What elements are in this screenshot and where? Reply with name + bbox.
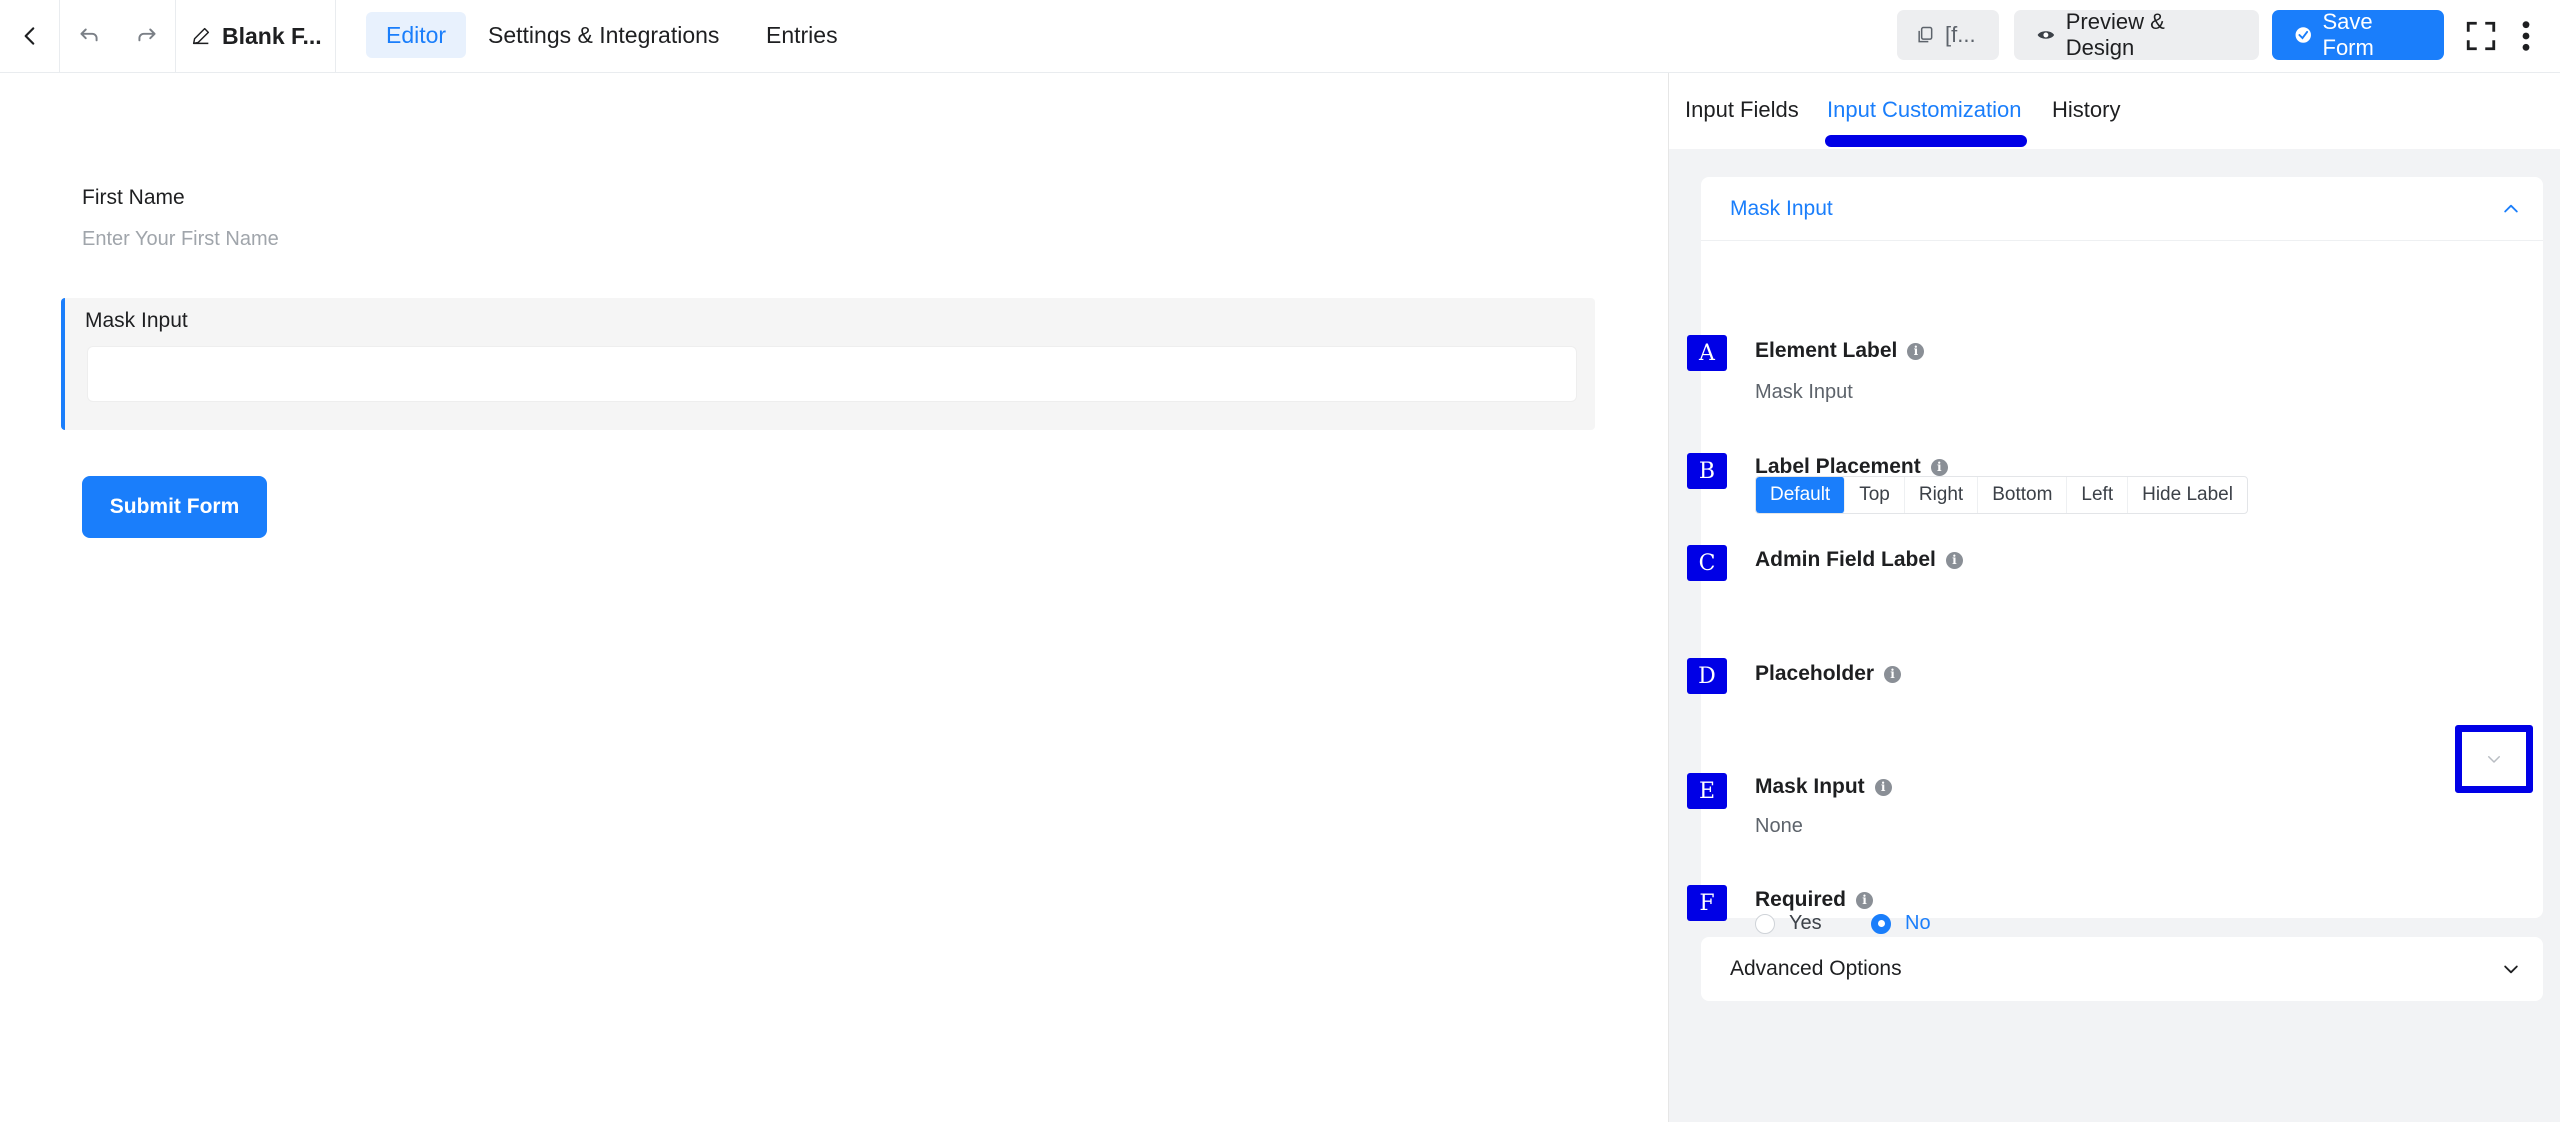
marker-a: A xyxy=(1687,335,1727,371)
mask-input-settings-card: Mask Input A Element Label i Mask Input … xyxy=(1687,177,2543,934)
radio-no[interactable] xyxy=(1871,913,1891,934)
radio-no-label: No xyxy=(1905,912,1931,934)
fullscreen-button[interactable] xyxy=(2458,0,2504,72)
first-name-label: First Name xyxy=(82,186,185,209)
form-canvas: First Name Enter Your First Name Mask In… xyxy=(0,73,1668,1122)
placeholder-input[interactable] xyxy=(1755,693,2515,737)
tab-entries-label: Entries xyxy=(766,21,838,48)
pencil-icon xyxy=(192,27,210,45)
undo-button[interactable] xyxy=(60,0,118,72)
placement-bottom[interactable]: Bottom xyxy=(1978,477,2068,513)
first-name-input[interactable]: Enter Your First Name xyxy=(82,228,279,251)
marker-c: C xyxy=(1687,545,1727,581)
redo-icon xyxy=(137,28,156,42)
tab-editor-label: Editor xyxy=(386,21,447,48)
admin-field-label-input[interactable] xyxy=(1755,579,2515,623)
check-circle-icon xyxy=(2295,27,2311,43)
info-icon[interactable]: i xyxy=(1884,665,1902,683)
tab-input-fields[interactable]: Input Fields xyxy=(1685,97,1799,123)
tab-entries[interactable]: Entries xyxy=(746,12,858,58)
vertical-dots-icon xyxy=(2522,21,2530,51)
mask-input-label: Mask Input xyxy=(85,309,188,332)
form-title[interactable]: Blank F... xyxy=(176,0,336,72)
chevron-down-icon[interactable] xyxy=(2501,959,2521,979)
element-label-text: Element Label xyxy=(1755,339,1898,362)
tab-history[interactable]: History xyxy=(2052,97,2120,123)
mask-input-field-card[interactable]: Mask Input xyxy=(61,298,1595,430)
active-tab-underline xyxy=(1825,135,2027,147)
required-title: Required i xyxy=(1755,888,1874,912)
element-label-input[interactable]: Mask Input xyxy=(1755,381,1853,404)
advanced-options-card[interactable]: Advanced Options xyxy=(1701,937,2543,1001)
placeholder-text: Placeholder xyxy=(1755,662,1875,685)
submit-form-button[interactable]: Submit Form xyxy=(82,476,267,538)
placement-default[interactable]: Default xyxy=(1756,477,1846,513)
placement-left[interactable]: Left xyxy=(2067,477,2129,513)
mask-input-select[interactable]: None xyxy=(1755,815,1803,838)
required-no-option[interactable]: No xyxy=(1871,912,1931,935)
undo-icon xyxy=(80,28,98,42)
tab-settings-integrations[interactable]: Settings & Integrations xyxy=(468,12,739,58)
chevron-down-icon xyxy=(2488,756,2500,763)
marker-b: B xyxy=(1687,453,1727,489)
form-title-text: Blank F... xyxy=(222,22,322,49)
marker-e: E xyxy=(1687,773,1727,809)
label-placement-options: Default Top Right Bottom Left Hide Label xyxy=(1755,476,2248,514)
tab-editor[interactable]: Editor xyxy=(366,12,467,58)
placeholder-title: Placeholder i xyxy=(1755,662,1902,686)
admin-field-label-title: Admin Field Label i xyxy=(1755,548,1963,572)
info-icon[interactable]: i xyxy=(1945,551,1963,569)
chevron-up-icon[interactable] xyxy=(2501,199,2521,219)
mask-input-setting-title: Mask Input i xyxy=(1755,775,1892,799)
chevron-left-icon xyxy=(24,27,34,45)
element-label-title: Element Label i xyxy=(1755,339,1925,363)
marker-d: D xyxy=(1687,658,1727,694)
radio-yes[interactable] xyxy=(1755,913,1775,934)
shortcode-text: [f... xyxy=(1945,22,1976,47)
preview-label: Preview & Design xyxy=(2065,9,2165,60)
mask-input-dropdown-toggle[interactable] xyxy=(2455,725,2533,793)
placement-hide-label[interactable]: Hide Label xyxy=(2128,477,2247,513)
section-header[interactable]: Mask Input xyxy=(1701,177,2543,241)
shortcode-button[interactable]: [f... xyxy=(1897,10,1999,60)
save-label: Save Form xyxy=(2322,9,2374,60)
tab-input-customization[interactable]: Input Customization xyxy=(1827,97,2021,123)
save-form-button[interactable]: Save Form xyxy=(2272,9,2444,60)
admin-field-label-text: Admin Field Label xyxy=(1755,548,1936,571)
mask-input-setting-text: Mask Input xyxy=(1755,775,1865,798)
copy-icon xyxy=(1918,26,1933,43)
top-bar: Blank F... Editor Settings & Integration… xyxy=(0,0,2560,73)
advanced-options-title: Advanced Options xyxy=(1730,957,1902,980)
back-button[interactable] xyxy=(0,0,60,72)
placement-top[interactable]: Top xyxy=(1845,477,1905,513)
mask-input-field[interactable] xyxy=(87,346,1577,402)
fullscreen-icon xyxy=(2466,21,2496,51)
section-title: Mask Input xyxy=(1730,196,1833,220)
info-icon[interactable]: i xyxy=(1856,891,1874,909)
eye-icon xyxy=(2037,31,2055,39)
marker-f: F xyxy=(1687,885,1727,921)
radio-yes-label: Yes xyxy=(1789,912,1822,934)
required-text: Required xyxy=(1755,888,1847,911)
redo-button[interactable] xyxy=(118,0,176,72)
required-yes-option[interactable]: Yes xyxy=(1755,912,1822,935)
preview-design-button[interactable]: Preview & Design xyxy=(2014,9,2259,60)
info-icon[interactable]: i xyxy=(1930,458,1948,476)
settings-panel: Input Fields Input Customization History… xyxy=(1668,73,2560,1122)
panel-tabs: Input Fields Input Customization History xyxy=(1669,73,2560,149)
placement-right[interactable]: Right xyxy=(1905,477,1979,513)
tab-settings-label: Settings & Integrations xyxy=(488,21,720,48)
info-icon[interactable]: i xyxy=(1907,342,1925,360)
info-icon[interactable]: i xyxy=(1874,778,1892,796)
more-options-button[interactable] xyxy=(2508,0,2544,72)
